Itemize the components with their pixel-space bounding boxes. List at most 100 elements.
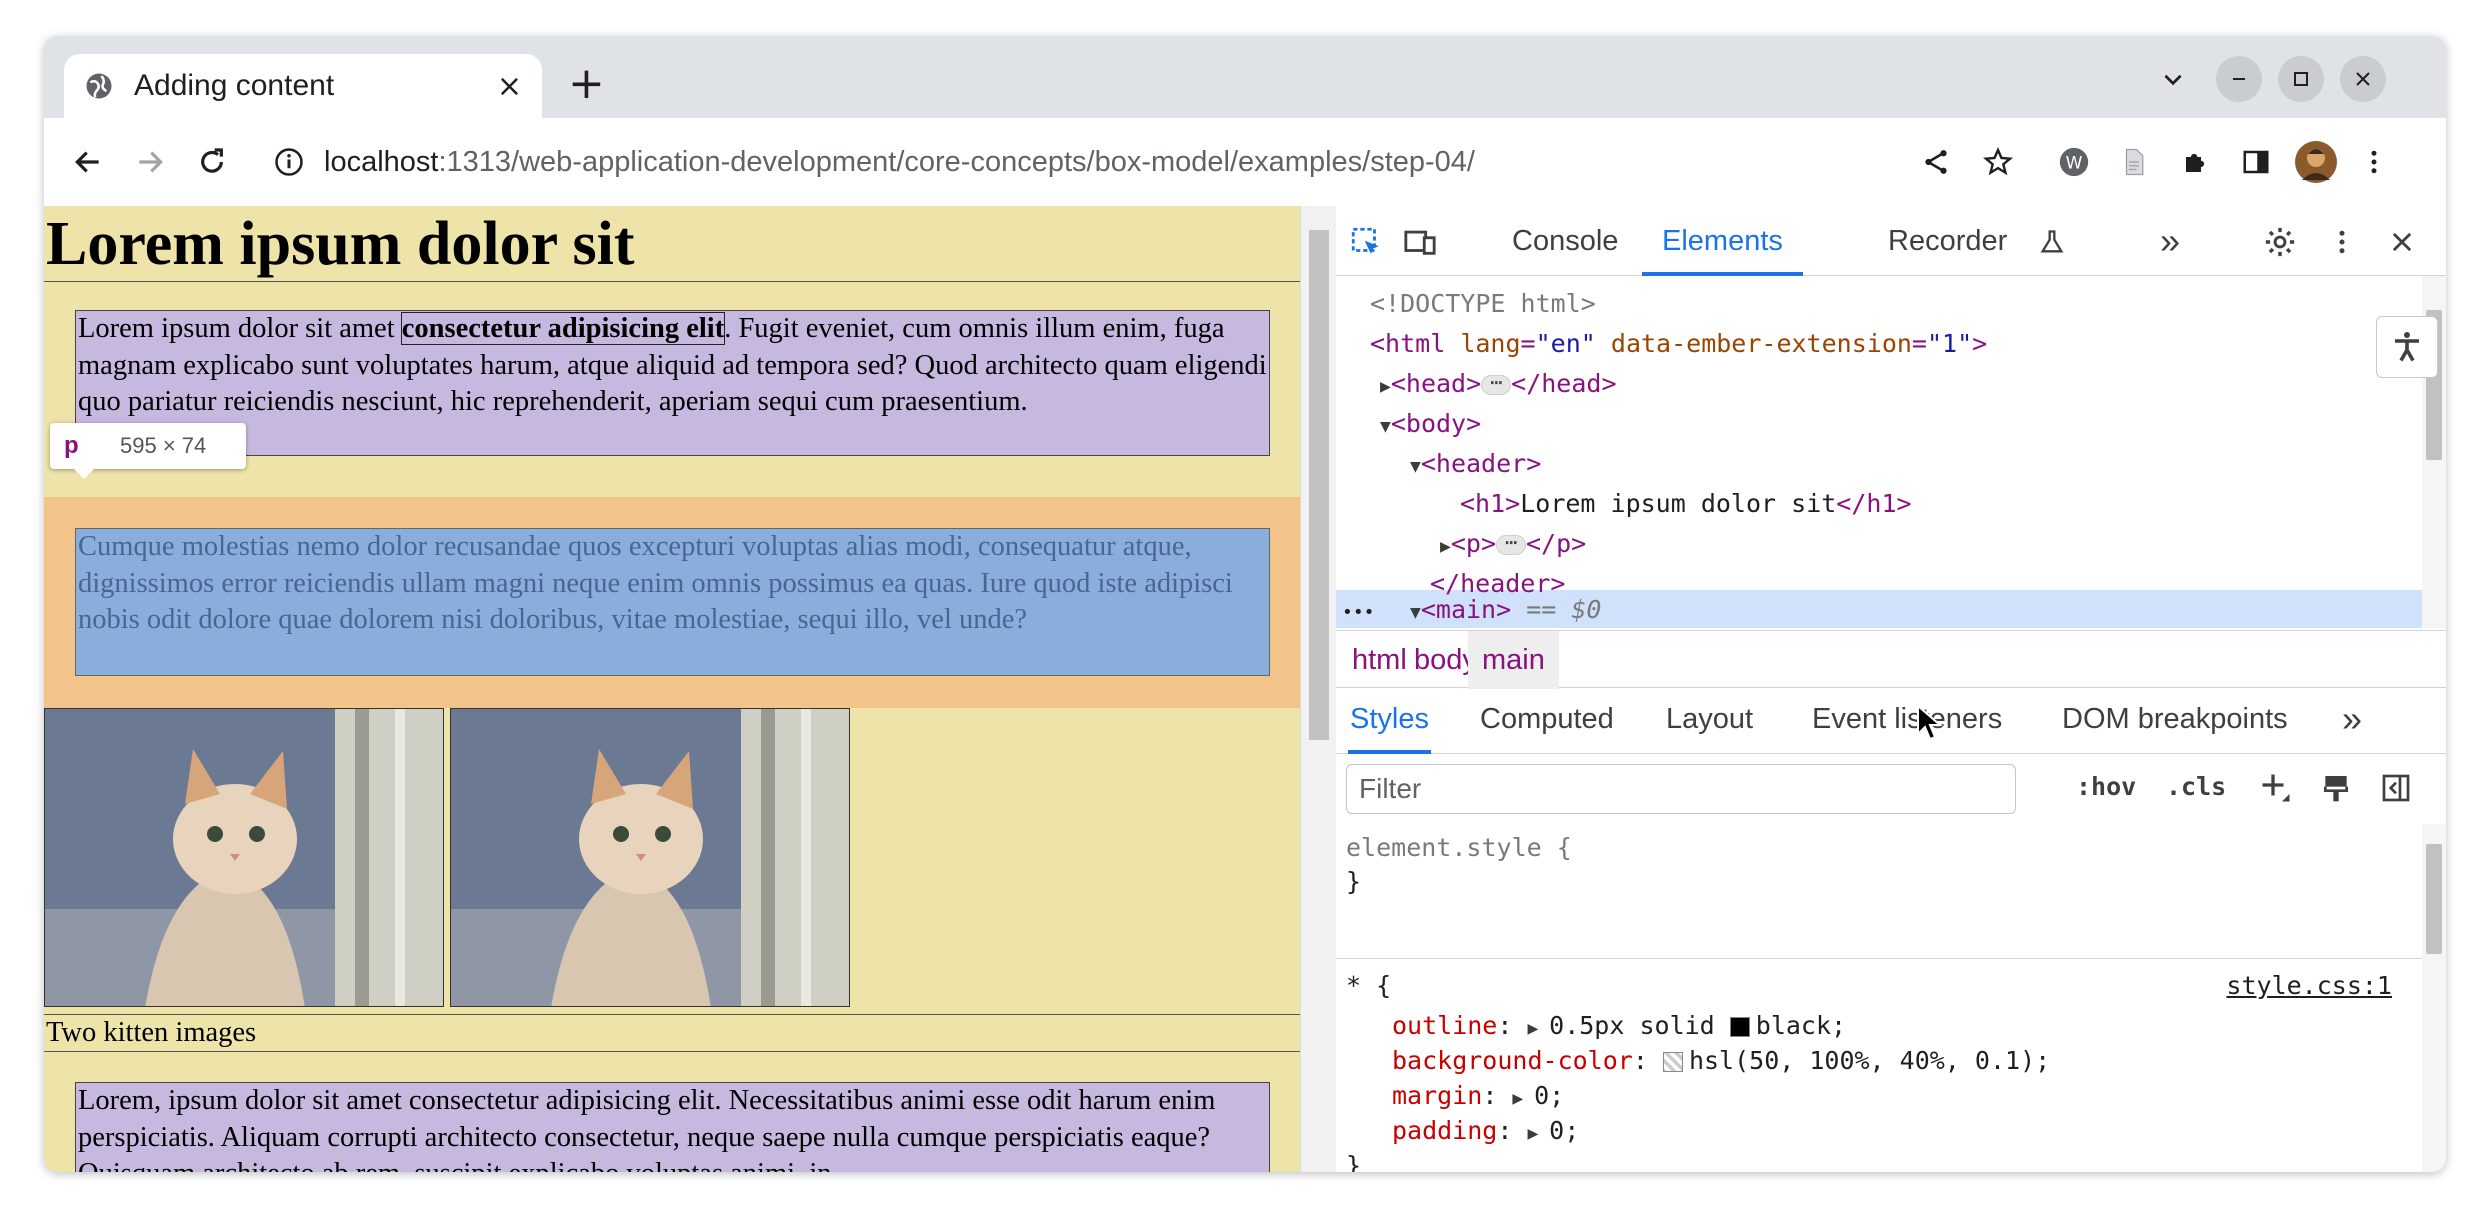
new-tab-button[interactable]: + [568,62,605,106]
extension-w-icon[interactable]: W [2054,142,2094,182]
tab-close-icon[interactable]: × [497,69,522,104]
universal-rule-close: } [1346,1151,1362,1172]
paragraph-2-highlighted: Cumque molestias nemo dolor recusandae q… [75,528,1270,676]
tab-layout[interactable]: Layout [1666,688,1753,754]
styles-scroll-thumb[interactable] [2426,844,2442,954]
devtools-panel: Console Elements Recorder » <!DOCTYPE ht… [1336,206,2446,1172]
svg-text:W: W [2066,153,2083,173]
element-style-rule[interactable]: element.style { [1346,830,1572,865]
page-scrollbar[interactable] [1300,206,1336,1172]
dom-main-selected[interactable]: ▼<main> == $0 [1410,590,1601,628]
collapse-triangle-icon: ▼ [1410,602,1421,623]
dom-tree: <!DOCTYPE html> <html lang="en" data-emb… [1336,276,2446,628]
rule-divider [1336,958,2422,959]
breadcrumb: html body main [1336,630,2446,689]
tooltip-tag: p [64,432,79,459]
browser-window: Adding content × + localhost:1313/web-a… [44,36,2446,1172]
side-panel-icon[interactable] [2236,142,2276,182]
universal-selector[interactable]: * { [1346,968,1391,1003]
styles-filter-bar: Filter :hov .cls [1336,754,2446,824]
tab-title: Adding content [134,69,335,102]
rule-background-color[interactable]: background-color: hsl(50, 100%, 40%, 0.1… [1392,1043,2050,1078]
back-button[interactable] [64,138,112,186]
profile-avatar[interactable] [2294,140,2338,184]
browser-toolbar: localhost:1313/web-application-developme… [44,118,2446,206]
kitten-image-2 [450,708,850,1007]
hover-state-toggle[interactable]: :hov [2076,772,2136,801]
new-style-rule-icon[interactable] [2256,768,2296,808]
tooltip-arrow [74,469,94,479]
browser-tab[interactable]: Adding content × [64,54,542,118]
expand-triangle-icon: ▶ [1527,1123,1550,1144]
expand-triangle-icon: ▶ [1440,536,1451,557]
browser-menu-icon[interactable] [2354,142,2394,182]
p1-text-start: Lorem ipsum dolor sit amet [78,313,402,344]
paragraph-1: Lorem ipsum dolor sit amet consectetur a… [75,310,1270,456]
devtools-menu-icon[interactable] [2322,222,2362,262]
kitten-image-1 [44,708,444,1007]
more-subtabs-icon[interactable]: » [2342,688,2362,754]
share-icon[interactable] [1916,142,1956,182]
dom-head[interactable]: ▶<head> ⋯ </head> [1380,364,1617,404]
site-info-icon[interactable] [274,147,304,177]
accessibility-tree-button[interactable] [2376,316,2438,378]
computed-styles-toggle-icon[interactable] [2316,768,2356,808]
close-window-button[interactable] [2340,56,2386,102]
page-viewport: Lorem ipsum dolor sit Lorem ipsum dolor … [44,206,1300,1172]
devtools-toolbar: Console Elements Recorder » [1336,206,2446,276]
tab-computed[interactable]: Computed [1480,688,1614,754]
bookmark-star-icon[interactable] [1978,142,2018,182]
tab-event-listeners[interactable]: Event listeners [1812,688,2002,754]
extensions-puzzle-icon[interactable] [2176,142,2216,182]
toggle-sidebar-icon[interactable] [2376,768,2416,808]
styles-filter-input[interactable]: Filter [1346,764,2016,814]
stylesheet-link[interactable]: style.css:1 [2226,968,2392,1003]
element-style-close: } [1346,867,1362,896]
dom-h1[interactable]: <h1>Lorem ipsum dolor sit</h1> [1460,484,1912,524]
rule-padding[interactable]: padding: ▶ 0; [1392,1113,1579,1148]
color-swatch-black [1729,1017,1750,1037]
more-tabs-icon[interactable]: » [2160,206,2180,276]
page-heading: Lorem ipsum dolor sit [44,206,1300,282]
tab-strip: Adding content × + [44,36,2446,118]
url-path: :1313/web-application-development/core-c… [438,145,1475,178]
ellipsis-icon: ⋯ [1496,532,1526,555]
tab-dom-breakpoints[interactable]: DOM breakpoints [2062,688,2288,754]
extension-document-icon[interactable] [2114,142,2154,182]
row-actions-icon[interactable]: ••• [1342,590,1375,628]
address-bar[interactable]: localhost:1313/web-application-developme… [274,130,1974,194]
collapse-triangle-icon: ▼ [1380,416,1391,437]
dom-doctype[interactable]: <!DOCTYPE html> [1370,284,1596,324]
page-scroll-thumb[interactable] [1309,230,1329,740]
breadcrumb-main[interactable]: main [1468,631,1559,689]
dom-header[interactable]: ▼<header> [1410,444,1541,484]
styles-scrollbar[interactable] [2422,824,2446,1172]
rule-margin[interactable]: margin: ▶ 0; [1392,1078,1564,1113]
tab-styles[interactable]: Styles [1348,688,1431,754]
rule-outline[interactable]: outline: ▶ 0.5px solid black; [1392,1008,1846,1043]
globe-icon [86,73,112,99]
class-toggle[interactable]: .cls [2166,772,2226,801]
maximize-button[interactable] [2278,56,2324,102]
mouse-cursor-icon [1917,704,1943,741]
dom-body[interactable]: ▼<body> [1380,404,1481,444]
reload-button[interactable] [188,138,236,186]
collapse-triangle-icon: ▼ [1410,456,1421,477]
tab-search-icon[interactable] [2150,56,2196,102]
devtools-close-icon[interactable] [2382,222,2422,262]
tab-elements[interactable]: Elements [1642,206,1803,276]
paragraph-3: Lorem, ipsum dolor sit amet consectetur … [75,1082,1270,1172]
dom-html[interactable]: <html lang="en" data-ember-extension="1"… [1370,324,1987,364]
settings-gear-icon[interactable] [2260,222,2300,262]
dom-header-p[interactable]: ▶<p> ⋯ </p> [1440,524,1586,564]
tab-recorder[interactable]: Recorder [1888,206,2007,276]
expand-triangle-icon: ▶ [1527,1018,1550,1039]
inspect-element-icon[interactable] [1346,222,1386,262]
tab-console[interactable]: Console [1512,206,1618,276]
url-host: localhost [324,145,439,178]
device-toolbar-icon[interactable] [1400,222,1440,262]
forward-button[interactable] [126,138,174,186]
styles-subtabs: Styles Computed Layout Event listeners D… [1336,688,2446,754]
minimize-button[interactable] [2216,56,2262,102]
tooltip-dimensions: 595 × 74 [120,433,207,458]
